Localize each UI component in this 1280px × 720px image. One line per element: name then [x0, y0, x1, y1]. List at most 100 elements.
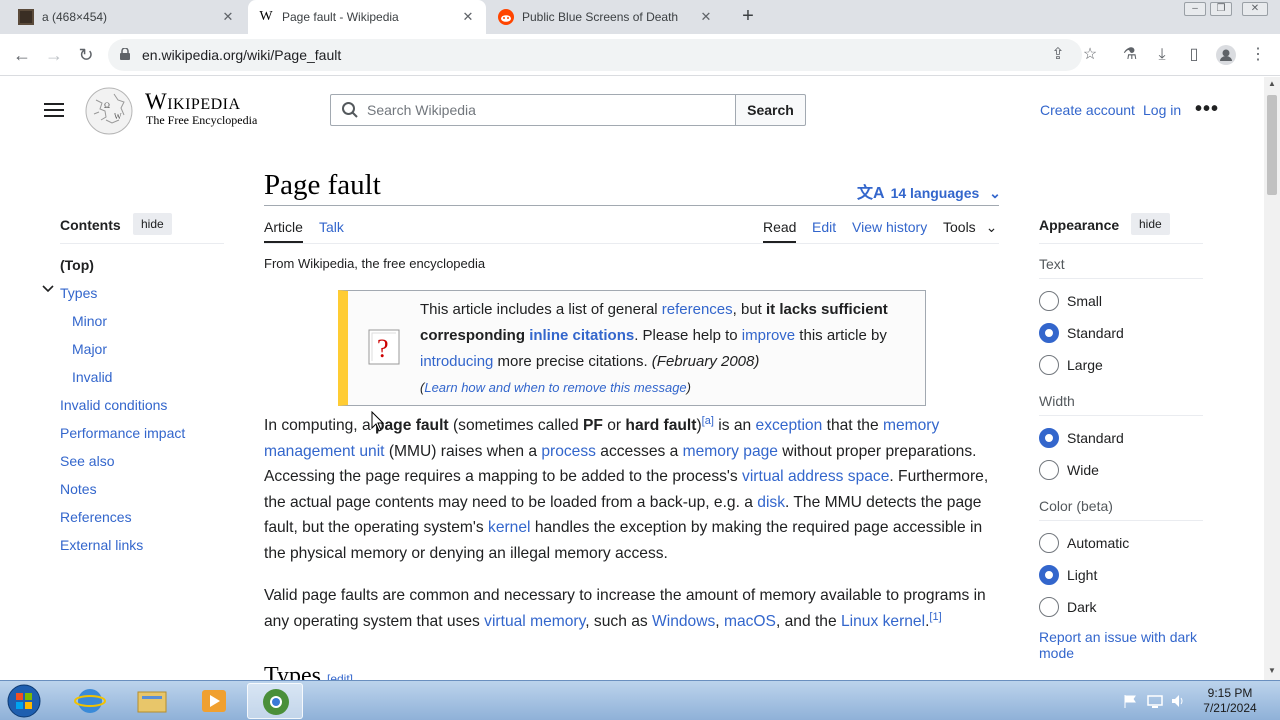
address-bar[interactable]: en.wikipedia.org/wiki/Page_fault: [108, 39, 1082, 71]
kernel-link[interactable]: kernel: [488, 519, 530, 536]
edit-section-link[interactable]: [edit]: [327, 672, 353, 680]
page-scrollbar[interactable]: ▲ ▼: [1264, 77, 1280, 680]
extension-icon[interactable]: ⚗: [1118, 43, 1142, 67]
toc-item-types[interactable]: Types: [60, 285, 97, 301]
wikipedia-logo-icon[interactable]: Ω W: [84, 86, 134, 136]
radio-text-standard[interactable]: [1039, 323, 1059, 343]
profile-avatar-icon[interactable]: [1214, 43, 1238, 67]
media-player-icon: [202, 690, 226, 712]
radio-label: Large: [1067, 357, 1103, 373]
browser-tab-page-fault[interactable]: W Page fault - Wikipedia ✕: [248, 0, 486, 34]
reload-icon[interactable]: ↻: [74, 43, 98, 67]
main-menu-icon[interactable]: [44, 103, 64, 117]
download-icon[interactable]: ⤓: [1150, 43, 1174, 67]
references-link[interactable]: references: [662, 301, 733, 318]
virtual-memory-link[interactable]: virtual memory: [484, 613, 585, 630]
bookmark-star-icon[interactable]: ☆: [1078, 43, 1102, 67]
taskbar-explorer[interactable]: [124, 683, 180, 719]
forward-arrow-icon[interactable]: →: [42, 43, 66, 67]
radio-color-light[interactable]: [1039, 565, 1059, 585]
linux-kernel-link[interactable]: Linux kernel: [841, 613, 925, 630]
toc-item-top[interactable]: (Top): [60, 257, 94, 273]
notice-text: This article includes a list of general …: [420, 301, 888, 395]
toc-item-invalid-conditions[interactable]: Invalid conditions: [60, 397, 167, 413]
wikipedia-wordmark[interactable]: Wikipedia: [145, 89, 241, 115]
toc-item-minor[interactable]: Minor: [72, 313, 107, 329]
back-arrow-icon[interactable]: ←: [10, 43, 34, 67]
taskbar-chrome[interactable]: [247, 683, 303, 719]
memory-page-link[interactable]: memory page: [683, 443, 778, 460]
share-icon[interactable]: ⇪: [1046, 43, 1070, 67]
macos-link[interactable]: macOS: [724, 613, 776, 630]
close-tab-icon[interactable]: ✕: [220, 9, 236, 25]
tab-talk[interactable]: Talk: [319, 219, 344, 235]
browser-menu-icon[interactable]: ⋮: [1246, 43, 1270, 67]
browser-tab-bsod[interactable]: Public Blue Screens of Death ✕: [488, 0, 724, 34]
tab-title: a (468×454): [42, 10, 108, 24]
minimize-window-button[interactable]: –: [1184, 2, 1206, 16]
taskbar-ie[interactable]: [62, 683, 118, 719]
report-dark-mode-link[interactable]: Report an issue with dark mode: [1039, 629, 1209, 661]
languages-button[interactable]: 文A 14 languages ⌄: [857, 179, 1001, 203]
windows-link[interactable]: Windows: [652, 613, 715, 630]
close-tab-icon[interactable]: ✕: [460, 9, 476, 25]
contents-heading: Contents: [60, 217, 121, 233]
windows-taskbar: 9:15 PM 7/21/2024: [0, 680, 1280, 720]
color-label: Color (beta): [1039, 498, 1113, 514]
scroll-up-arrow-icon[interactable]: ▲: [1267, 79, 1277, 89]
browser-tab-image[interactable]: a (468×454) ✕: [8, 0, 246, 34]
scroll-down-arrow-icon[interactable]: ▼: [1267, 666, 1277, 676]
taskbar-media-player[interactable]: [186, 683, 242, 719]
search-button[interactable]: Search: [735, 94, 806, 126]
tab-view-history[interactable]: View history: [852, 219, 927, 235]
start-button-icon[interactable]: [6, 683, 42, 719]
remove-message-link[interactable]: Learn how and when to remove this messag…: [424, 380, 686, 395]
toc-item-external-links[interactable]: External links: [60, 537, 143, 553]
restore-window-button[interactable]: ❐: [1210, 2, 1232, 16]
toc-item-references[interactable]: References: [60, 509, 132, 525]
tab-edit[interactable]: Edit: [812, 219, 836, 235]
exception-link[interactable]: exception: [756, 417, 823, 434]
log-in-link[interactable]: Log in: [1143, 102, 1181, 118]
new-tab-button[interactable]: +: [738, 6, 758, 28]
network-icon[interactable]: [1147, 693, 1163, 709]
toc-item-see-also[interactable]: See also: [60, 453, 114, 469]
radio-width-standard[interactable]: [1039, 428, 1059, 448]
create-account-link[interactable]: Create account: [1040, 102, 1135, 118]
process-link[interactable]: process: [541, 443, 596, 460]
introducing-link[interactable]: introducing: [420, 353, 493, 370]
improve-link[interactable]: improve: [742, 327, 795, 344]
divider: [1039, 520, 1203, 521]
side-panel-icon[interactable]: ▯: [1182, 43, 1206, 67]
tools-dropdown[interactable]: Tools ⌄: [943, 219, 997, 236]
toc-item-notes[interactable]: Notes: [60, 481, 97, 497]
note-a-link[interactable]: [a]: [702, 415, 714, 427]
tab-article[interactable]: Article: [264, 219, 303, 243]
hide-appearance-button[interactable]: hide: [1131, 213, 1170, 235]
radio-color-dark[interactable]: [1039, 597, 1059, 617]
close-tab-icon[interactable]: ✕: [698, 9, 714, 25]
radio-text-large[interactable]: [1039, 355, 1059, 375]
radio-width-wide[interactable]: [1039, 460, 1059, 480]
search-input[interactable]: Search Wikipedia: [330, 94, 736, 126]
chevron-down-icon[interactable]: [42, 284, 54, 294]
more-options-icon[interactable]: •••: [1195, 98, 1219, 121]
toc-item-invalid[interactable]: Invalid: [72, 369, 112, 385]
radio-color-automatic[interactable]: [1039, 533, 1059, 553]
tools-label: Tools: [943, 219, 976, 235]
radio-text-small[interactable]: [1039, 291, 1059, 311]
action-center-flag-icon[interactable]: [1122, 693, 1138, 709]
scroll-thumb[interactable]: [1267, 95, 1277, 195]
svg-text:W: W: [114, 112, 122, 121]
toc-item-major[interactable]: Major: [72, 341, 107, 357]
system-clock[interactable]: 9:15 PM 7/21/2024: [1190, 686, 1270, 716]
volume-icon[interactable]: [1170, 693, 1186, 709]
ref-1-link[interactable]: [1]: [929, 610, 941, 622]
inline-citations-link[interactable]: inline citations: [529, 327, 634, 344]
close-window-button[interactable]: ✕: [1242, 2, 1268, 16]
disk-link[interactable]: disk: [757, 494, 785, 511]
tab-read[interactable]: Read: [763, 219, 797, 243]
toc-item-performance-impact[interactable]: Performance impact: [60, 425, 185, 441]
hide-contents-button[interactable]: hide: [133, 213, 172, 235]
virtual-address-space-link[interactable]: virtual address space: [742, 468, 889, 485]
